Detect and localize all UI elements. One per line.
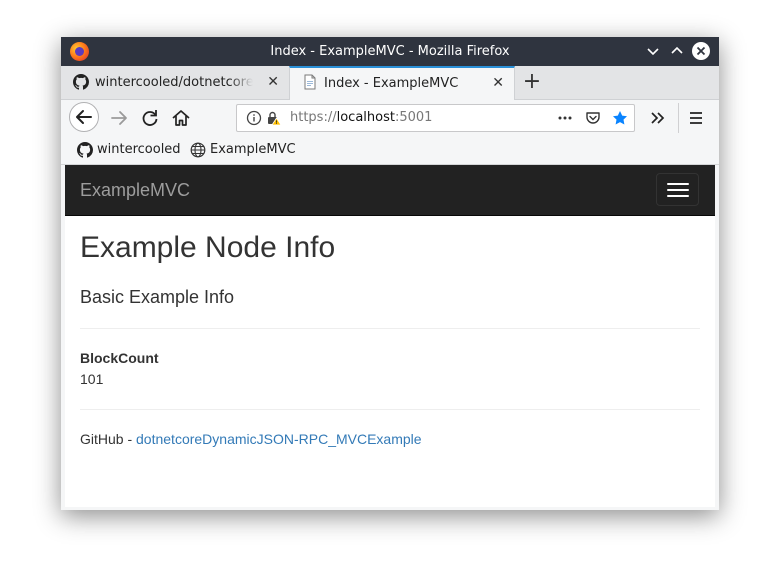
divider (80, 328, 700, 329)
tab-label: Index - ExampleMVC (324, 76, 459, 91)
forward-button[interactable] (105, 104, 133, 132)
bookmark-wintercooled[interactable]: wintercooled (77, 136, 187, 164)
back-button[interactable] (69, 102, 99, 132)
tab-close-icon[interactable]: ✕ (267, 66, 279, 99)
hamburger-bar (667, 189, 689, 191)
bookmark-star-icon[interactable] (612, 110, 628, 126)
info-icon[interactable] (246, 110, 262, 126)
page-title: Example Node Info (80, 231, 336, 264)
url-text[interactable]: https://localhost:5001 (290, 105, 432, 131)
page-subtitle: Basic Example Info (80, 287, 235, 307)
tab-label: wintercooled/dotnetcoreDynamicJSON-RPC (95, 75, 253, 90)
page-icon (304, 74, 316, 90)
url-port: :5001 (394, 110, 433, 125)
bookmark-label: ExampleMVC (210, 142, 296, 157)
main-menu-button[interactable] (682, 104, 710, 132)
url-bar[interactable]: https://localhost:5001 (236, 104, 635, 132)
page-viewport: ExampleMVC Example Node Info Basic Examp… (65, 165, 715, 507)
bookmarks-toolbar: wintercooled ExampleMVC (61, 136, 719, 165)
hamburger-menu-icon (690, 112, 702, 124)
insecure-lock-icon[interactable] (266, 110, 282, 126)
hamburger-bar (667, 195, 689, 197)
github-repo-link[interactable]: dotnetcoreDynamicJSON-RPC_MVCExample (136, 431, 422, 447)
home-button[interactable] (167, 104, 195, 132)
tab-github[interactable]: wintercooled/dotnetcoreDynamicJSON-RPC ✕ (61, 66, 289, 99)
bookmark-label: wintercooled (97, 142, 181, 157)
site-navbar: ExampleMVC (65, 165, 715, 216)
github-icon (77, 142, 93, 158)
minimize-icon[interactable] (644, 42, 662, 60)
tab-strip: wintercooled/dotnetcoreDynamicJSON-RPC ✕… (61, 66, 719, 100)
forward-arrow-icon (111, 111, 127, 125)
toolbar-separator (678, 103, 679, 133)
title-bar[interactable]: Index - ExampleMVC - Mozilla Firefox (61, 37, 719, 66)
back-arrow-icon (76, 110, 92, 124)
overflow-menu-button[interactable] (643, 104, 671, 132)
blockcount-label: BlockCount (80, 350, 159, 366)
browser-window: Index - ExampleMVC - Mozilla Firefox win… (61, 37, 719, 510)
chevron-double-right-icon (651, 112, 665, 124)
globe-icon (190, 142, 206, 158)
navigation-toolbar: https://localhost:5001 (61, 100, 719, 136)
window-title: Index - ExampleMVC - Mozilla Firefox (270, 44, 510, 59)
url-host: localhost (336, 110, 395, 125)
bookmark-examplemvc[interactable]: ExampleMVC (190, 136, 300, 164)
maximize-icon[interactable] (668, 42, 686, 60)
github-icon (73, 74, 89, 90)
close-window-icon[interactable] (692, 42, 710, 60)
pocket-icon[interactable] (585, 110, 601, 126)
url-scheme: https:// (290, 110, 337, 125)
hamburger-bar (667, 183, 689, 185)
footer-prefix: GitHub - (80, 431, 137, 447)
reload-icon (142, 110, 158, 126)
divider (80, 409, 700, 410)
reload-button[interactable] (136, 104, 164, 132)
footer: GitHub - dotnetcoreDynamicJSON-RPC_MVCEx… (80, 431, 422, 447)
home-icon (172, 110, 190, 126)
new-tab-button[interactable]: + (519, 66, 545, 98)
navbar-toggle-button[interactable] (656, 173, 699, 206)
blockcount-value: 101 (80, 371, 104, 387)
tab-close-icon[interactable]: ✕ (492, 68, 504, 99)
tab-index-examplemvc[interactable]: Index - ExampleMVC ✕ (289, 66, 515, 100)
page-actions-icon[interactable] (557, 110, 573, 126)
site-brand-link[interactable]: ExampleMVC (80, 165, 190, 215)
